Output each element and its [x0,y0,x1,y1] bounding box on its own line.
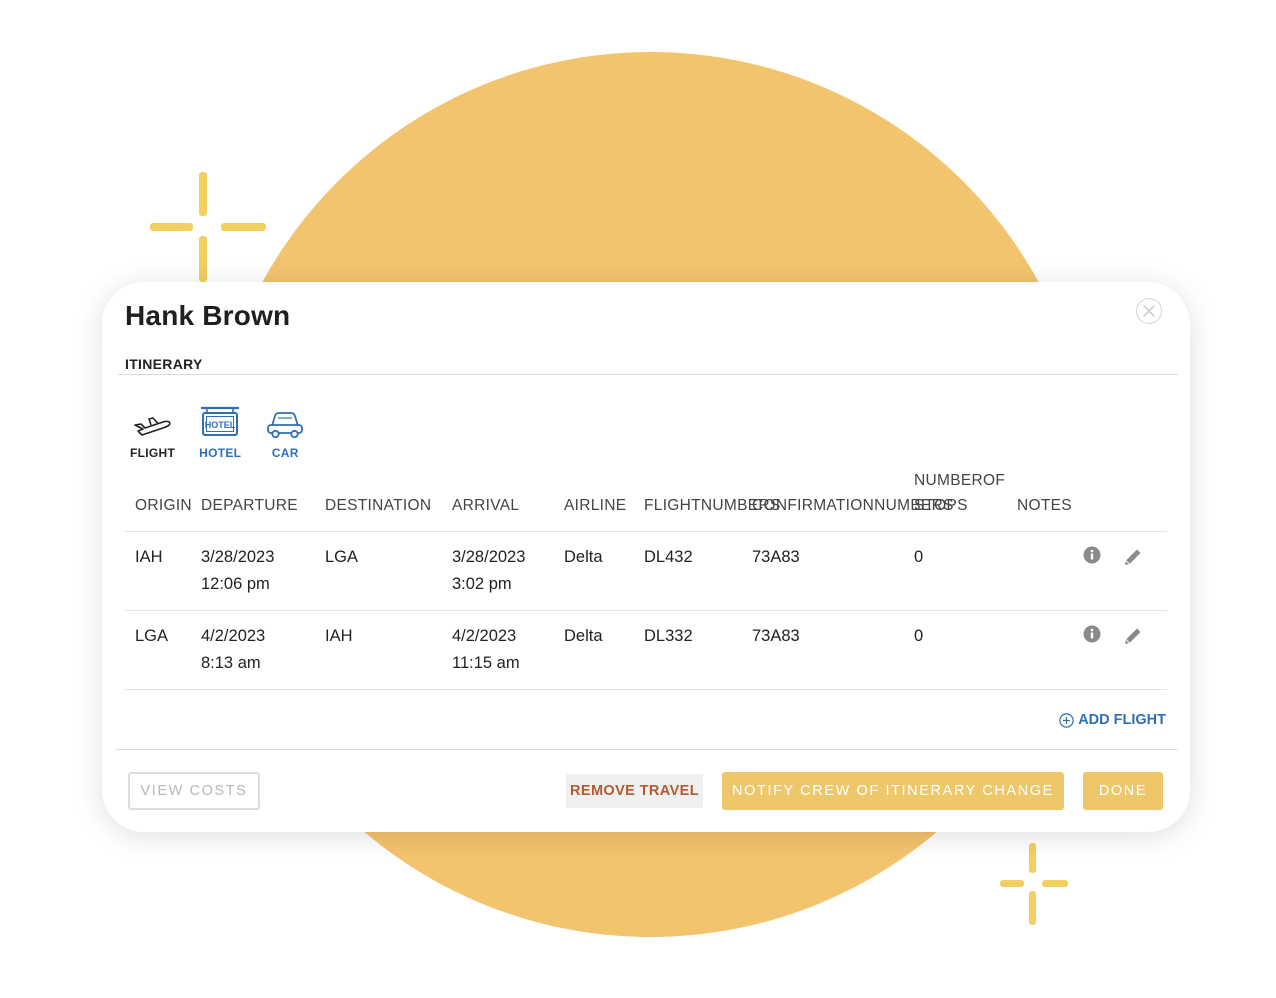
cell-stops: 0 [904,531,1007,611]
svg-text:HOTEL: HOTEL [205,420,236,430]
tab-hotel[interactable]: HOTEL HOTEL [199,406,241,460]
table-header-row: ORIGIN DEPARTURE DESTINATION ARRIVAL AIR… [125,468,1167,532]
close-icon [1143,305,1155,317]
cell-arrival: 3/28/2023 3:02 pm [442,531,554,611]
column-header-notes: NOTES [1007,468,1073,532]
column-header-confirmation-numbers: CONFIRMATIONNUMBERS [742,468,953,532]
sparkle-top-left-icon [150,172,266,282]
section-label-itinerary: ITINERARY [125,356,203,372]
remove-travel-button[interactable]: REMOVE TRAVEL [566,774,703,808]
cell-airline: Delta [554,610,634,690]
footer-divider [116,749,1178,750]
add-flight-button[interactable]: ADD FLIGHT [1059,712,1166,728]
column-header-flight-numbers: FLIGHTNUMBERS [634,468,780,532]
cell-departure: 3/28/2023 12:06 pm [191,531,315,611]
modal-title: Hank Brown [125,300,291,331]
info-icon[interactable] [1083,546,1101,573]
cell-destination: IAH [315,610,442,690]
plane-icon [133,406,173,438]
cell-origin: LGA [125,610,191,690]
column-header-arrival: ARRIVAL [442,468,554,532]
cell-confirmation-number: 73A83 [742,531,904,611]
info-icon[interactable] [1083,625,1101,652]
done-button[interactable]: DONE [1083,772,1163,810]
tab-flight-label: FLIGHT [130,446,176,460]
column-header-departure: DEPARTURE [191,468,315,532]
itinerary-table: ORIGIN DEPARTURE DESTINATION ARRIVAL AIR… [125,468,1167,690]
sparkle-bottom-right-icon [1000,843,1068,925]
cell-flight-number: DL432 [634,531,742,611]
cell-notes [1007,610,1073,690]
cell-confirmation-number: 73A83 [742,610,904,690]
cell-stops: 0 [904,610,1007,690]
plus-circle-icon [1059,712,1074,728]
itinerary-modal: Hank Brown ITINERARY FLIGHT HOTEL HOTEL … [102,282,1190,832]
cell-destination: LGA [315,531,442,611]
add-flight-label: ADD FLIGHT [1078,712,1166,728]
table-row: IAH 3/28/2023 12:06 pm LGA 3/28/2023 3:02 … [125,531,1167,611]
tab-car[interactable]: CAR [265,406,305,460]
table-row: LGA 4/2/2023 8:13 am IAH 4/2/2023 11:15 am… [125,610,1167,690]
cell-origin: IAH [125,531,191,611]
section-divider [118,374,1178,375]
travel-type-tabs: FLIGHT HOTEL HOTEL CAR [130,406,329,460]
view-costs-button[interactable]: VIEW COSTS [128,772,260,810]
cell-actions [1073,531,1167,611]
cell-departure: 4/2/2023 8:13 am [191,610,315,690]
cell-arrival: 4/2/2023 11:15 am [442,610,554,690]
car-icon [265,406,305,438]
notify-crew-button[interactable]: NOTIFY CREW OF ITINERARY CHANGE [722,772,1064,810]
pencil-edit-icon[interactable] [1122,546,1144,577]
column-header-origin: ORIGIN [125,468,192,532]
close-button[interactable] [1136,298,1162,324]
tab-flight[interactable]: FLIGHT [130,406,175,460]
cell-flight-number: DL332 [634,610,742,690]
pencil-edit-icon[interactable] [1122,625,1144,656]
column-header-number-of-stops: NUMBEROF STOPS [904,468,1007,532]
column-header-airline: AIRLINE [554,468,634,532]
cell-notes [1007,531,1073,611]
hotel-sign-icon: HOTEL [200,406,240,438]
column-header-destination: DESTINATION [315,468,442,532]
cell-airline: Delta [554,531,634,611]
tab-hotel-label: HOTEL [199,446,242,460]
column-header-actions [1073,468,1167,532]
tab-car-label: CAR [271,446,299,460]
cell-actions [1073,610,1167,690]
